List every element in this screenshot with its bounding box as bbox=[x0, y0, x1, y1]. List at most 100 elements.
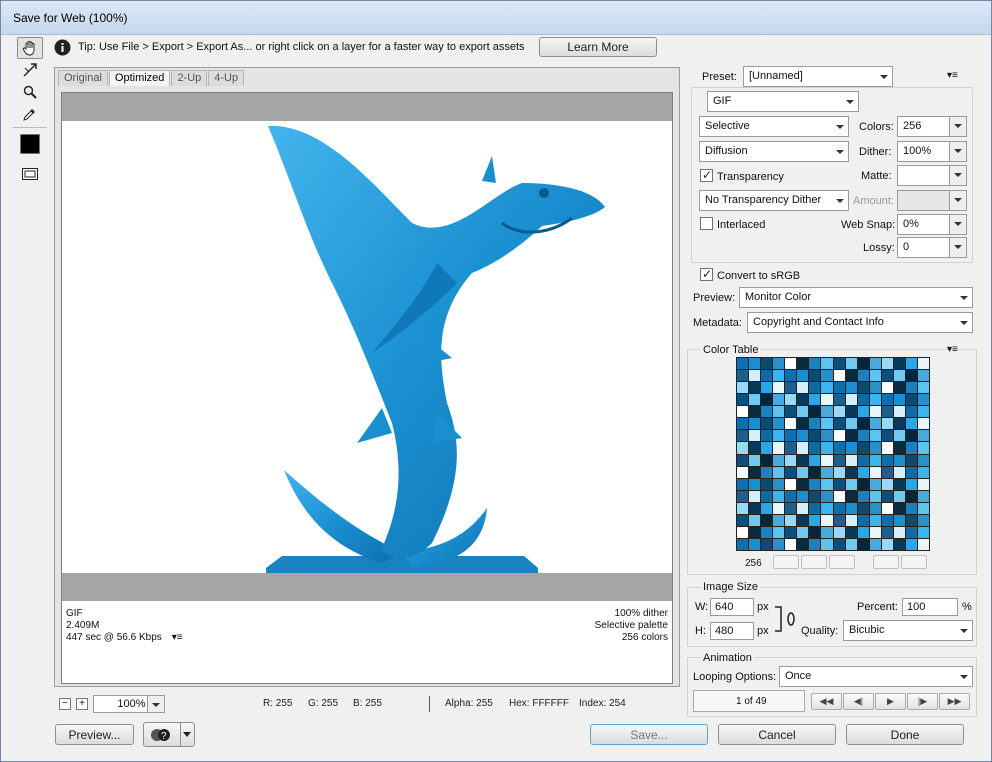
color-swatch[interactable] bbox=[905, 442, 917, 454]
color-swatch[interactable] bbox=[773, 490, 785, 502]
tab-4-up[interactable]: 4-Up bbox=[208, 70, 245, 86]
color-swatch[interactable] bbox=[797, 382, 809, 394]
eyedropper-tool-icon[interactable] bbox=[17, 103, 43, 125]
color-swatch[interactable] bbox=[809, 382, 821, 394]
color-swatch[interactable] bbox=[917, 538, 929, 550]
color-swatch[interactable] bbox=[845, 406, 857, 418]
color-swatch[interactable] bbox=[773, 430, 785, 442]
color-swatch[interactable] bbox=[737, 514, 749, 526]
tab-2-up[interactable]: 2-Up bbox=[171, 70, 208, 86]
tab-optimized[interactable]: Optimized bbox=[108, 70, 171, 86]
color-swatch[interactable] bbox=[785, 478, 797, 490]
color-swatch[interactable] bbox=[785, 502, 797, 514]
color-swatch[interactable] bbox=[917, 526, 929, 538]
color-swatch[interactable] bbox=[917, 430, 929, 442]
new-color-icon[interactable] bbox=[873, 555, 899, 569]
color-swatch[interactable] bbox=[833, 454, 845, 466]
color-swatch[interactable] bbox=[881, 490, 893, 502]
color-swatch[interactable] bbox=[833, 502, 845, 514]
color-swatch[interactable] bbox=[917, 502, 929, 514]
color-swatch[interactable] bbox=[917, 442, 929, 454]
color-swatch[interactable] bbox=[773, 538, 785, 550]
color-swatch[interactable] bbox=[857, 526, 869, 538]
color-swatch[interactable] bbox=[881, 394, 893, 406]
color-swatch[interactable] bbox=[761, 502, 773, 514]
color-swatch[interactable] bbox=[833, 406, 845, 418]
color-swatch[interactable] bbox=[869, 538, 881, 550]
color-swatch[interactable] bbox=[869, 370, 881, 382]
color-swatch[interactable] bbox=[809, 406, 821, 418]
color-swatch[interactable] bbox=[821, 526, 833, 538]
color-swatch[interactable] bbox=[821, 358, 833, 370]
color-swatch[interactable] bbox=[833, 466, 845, 478]
interlaced-checkbox[interactable] bbox=[700, 217, 713, 230]
color-swatch[interactable] bbox=[749, 442, 761, 454]
color-swatch[interactable] bbox=[761, 382, 773, 394]
color-swatch[interactable] bbox=[833, 418, 845, 430]
color-swatch[interactable] bbox=[749, 358, 761, 370]
color-swatch[interactable] bbox=[809, 454, 821, 466]
color-swatch[interactable] bbox=[881, 478, 893, 490]
color-swatch[interactable] bbox=[809, 394, 821, 406]
color-swatch[interactable] bbox=[809, 526, 821, 538]
color-swatch[interactable] bbox=[833, 490, 845, 502]
color-swatch[interactable] bbox=[881, 514, 893, 526]
color-swatch[interactable] bbox=[845, 502, 857, 514]
color-swatch[interactable] bbox=[833, 430, 845, 442]
color-swatch[interactable] bbox=[785, 526, 797, 538]
color-swatch[interactable] bbox=[809, 466, 821, 478]
toggle-slices-visibility-icon[interactable] bbox=[17, 163, 43, 185]
color-swatch[interactable] bbox=[917, 478, 929, 490]
color-swatch[interactable] bbox=[857, 478, 869, 490]
color-swatch[interactable] bbox=[821, 466, 833, 478]
color-swatch[interactable] bbox=[737, 406, 749, 418]
color-swatch[interactable] bbox=[881, 358, 893, 370]
color-swatch[interactable] bbox=[905, 514, 917, 526]
color-swatch[interactable] bbox=[857, 382, 869, 394]
color-swatch[interactable] bbox=[869, 490, 881, 502]
dither-amount-dropdown[interactable]: 100% bbox=[897, 141, 967, 162]
zoom-tool-icon[interactable] bbox=[17, 81, 43, 103]
color-swatch[interactable] bbox=[797, 538, 809, 550]
color-swatch[interactable] bbox=[761, 478, 773, 490]
color-swatch[interactable] bbox=[845, 442, 857, 454]
color-swatch[interactable] bbox=[917, 454, 929, 466]
color-swatch[interactable] bbox=[857, 490, 869, 502]
color-swatch[interactable] bbox=[893, 370, 905, 382]
color-swatch[interactable] bbox=[749, 490, 761, 502]
color-swatch[interactable] bbox=[749, 466, 761, 478]
web-snap-dropdown[interactable]: 0% bbox=[897, 214, 967, 235]
color-swatch[interactable] bbox=[737, 466, 749, 478]
color-swatch[interactable] bbox=[797, 514, 809, 526]
color-swatch[interactable] bbox=[893, 406, 905, 418]
color-swatch[interactable] bbox=[737, 358, 749, 370]
color-swatch[interactable] bbox=[869, 358, 881, 370]
color-swatch[interactable] bbox=[845, 478, 857, 490]
color-swatch[interactable] bbox=[845, 526, 857, 538]
color-swatch[interactable] bbox=[785, 370, 797, 382]
color-swatch[interactable] bbox=[905, 394, 917, 406]
preview-in-browser-button[interactable]: ? bbox=[143, 722, 195, 747]
color-swatch[interactable] bbox=[797, 502, 809, 514]
color-swatch[interactable] bbox=[917, 394, 929, 406]
color-swatch[interactable] bbox=[869, 418, 881, 430]
color-swatch[interactable] bbox=[773, 502, 785, 514]
color-swatch[interactable] bbox=[857, 358, 869, 370]
lock-color-icon[interactable] bbox=[829, 555, 855, 569]
color-swatch[interactable] bbox=[833, 514, 845, 526]
color-swatch[interactable] bbox=[893, 478, 905, 490]
color-swatch[interactable] bbox=[773, 454, 785, 466]
color-swatch[interactable] bbox=[857, 442, 869, 454]
eyedropper-color-swatch[interactable] bbox=[17, 133, 43, 155]
color-swatch[interactable] bbox=[821, 454, 833, 466]
color-swatch[interactable] bbox=[881, 370, 893, 382]
quality-dropdown[interactable]: Bicubic bbox=[843, 620, 973, 641]
color-swatch[interactable] bbox=[917, 466, 929, 478]
lossy-dropdown[interactable]: 0 bbox=[897, 237, 967, 258]
color-swatch[interactable] bbox=[869, 430, 881, 442]
color-swatch[interactable] bbox=[893, 538, 905, 550]
color-swatch[interactable] bbox=[857, 430, 869, 442]
color-swatch[interactable] bbox=[845, 358, 857, 370]
optimize-menu-icon[interactable]: ▾≡ bbox=[947, 70, 958, 81]
convert-srgb-checkbox[interactable] bbox=[700, 267, 713, 281]
